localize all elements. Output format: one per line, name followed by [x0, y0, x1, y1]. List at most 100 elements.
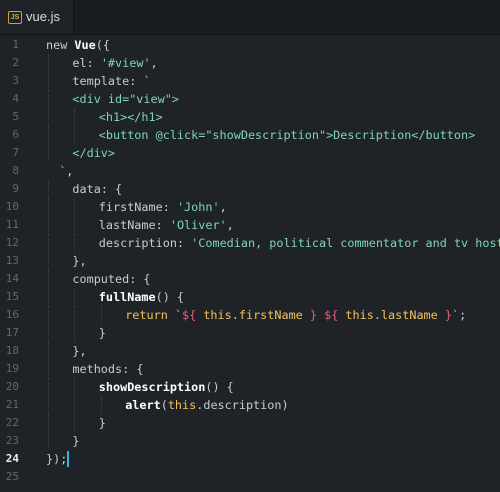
code-token: }	[437, 308, 452, 322]
indent-guide	[74, 288, 76, 306]
line-number-gutter: 1 2 3 4 5 6 7 8 9 10 11 12 13 14 15 16 17 18 19 20 21 22 23 24 2…	[0, 35, 36, 492]
code-line: showDescription() {	[99, 378, 234, 396]
code-token: 'John'	[176, 200, 220, 214]
code-line: description: 'Comedian, political commen…	[99, 234, 500, 252]
code-token: methods	[72, 362, 123, 376]
code-token: Vue	[74, 38, 96, 52]
code-token: (	[160, 398, 168, 412]
code-token: }	[98, 326, 106, 340]
indent-guide	[74, 414, 76, 432]
code-token: fullName	[98, 290, 156, 304]
code-token: lastName	[98, 218, 156, 232]
line-number: 8	[12, 164, 19, 177]
line-number: 16	[5, 308, 19, 321]
code-token: ,	[66, 164, 74, 178]
indent-guide	[74, 396, 76, 414]
code-token: <button @click="showDescription">Descrip…	[98, 128, 476, 142]
indent-guide	[48, 198, 49, 216]
indent-guide	[48, 252, 49, 270]
indent-guide	[48, 432, 49, 450]
code-token: });	[46, 452, 68, 466]
tab-vue-js[interactable]: JS vue.js	[0, 0, 74, 34]
indent-guide	[48, 90, 49, 108]
line-number: 24	[5, 452, 19, 465]
indent-guide	[74, 198, 76, 216]
indent-guide	[48, 180, 49, 198]
code-token: computed	[72, 272, 130, 286]
code-line: computed: {	[72, 270, 150, 288]
code-token: ({	[95, 38, 110, 52]
indent-guide	[48, 288, 49, 306]
code-editor[interactable]: 1 2 3 4 5 6 7 8 9 10 11 12 13 14 15 16 17 18 19 20 21 22 23 24 2…	[0, 35, 500, 492]
code-token: () {	[155, 290, 185, 304]
code-line: },	[72, 342, 86, 360]
indent-guide	[48, 270, 49, 288]
indent-guide	[48, 216, 49, 234]
code-token: alert	[125, 398, 161, 412]
js-file-icon: JS	[8, 11, 22, 24]
code-line: <h1></h1>	[99, 108, 163, 126]
code-token: this	[203, 308, 232, 322]
indent-guide	[48, 342, 49, 360]
code-token: 'Comedian, political commentator and tv …	[191, 236, 500, 250]
indent-guide	[48, 126, 49, 144]
text-cursor	[66, 451, 69, 467]
line-number: 19	[5, 362, 19, 375]
code-line: `,	[59, 162, 73, 180]
code-token: new	[46, 38, 75, 52]
line-number: 6	[12, 128, 19, 141]
code-token: ${	[182, 308, 204, 322]
code-token: firstName	[238, 308, 303, 322]
code-token: '#view'	[100, 56, 151, 70]
indent-guide	[100, 306, 102, 324]
code-token: :	[86, 56, 101, 70]
line-number: 7	[12, 146, 19, 159]
code-line: el: '#view',	[72, 54, 157, 72]
indent-guide	[74, 216, 76, 234]
line-number: 13	[5, 254, 19, 267]
tab-bar: JS vue.js	[0, 0, 500, 35]
code-line: fullName() {	[99, 288, 184, 306]
line-number: 23	[5, 434, 19, 447]
code-line: return `${ this.firstName } ${ this.last…	[125, 306, 466, 324]
code-token: }	[72, 434, 80, 448]
code-token: :	[129, 74, 144, 88]
code-token: },	[72, 344, 87, 358]
line-number: 17	[5, 326, 19, 339]
line-number: 15	[5, 290, 19, 303]
code-token: <div id="view">	[72, 92, 179, 106]
indent-guide	[74, 234, 76, 252]
indent-guide	[74, 324, 76, 342]
code-line: firstName: 'John',	[99, 198, 227, 216]
indent-guide	[48, 396, 49, 414]
code-token: ;	[459, 308, 467, 322]
indent-guide	[74, 306, 76, 324]
code-token: () {	[205, 380, 234, 394]
code-token: :	[176, 236, 192, 250]
line-number: 5	[12, 110, 19, 123]
tab-filename: vue.js	[26, 9, 60, 24]
indent-guide	[74, 378, 76, 396]
code-line: alert(this.description)	[125, 396, 288, 414]
indent-guide	[48, 324, 49, 342]
code-line: data: {	[72, 180, 122, 198]
indent-guide	[48, 54, 49, 72]
code-line: }	[99, 324, 106, 342]
indent-guide	[48, 306, 49, 324]
line-number: 21	[5, 398, 19, 411]
code-token: data	[72, 182, 101, 196]
code-line: },	[72, 252, 86, 270]
code-token: .	[373, 308, 381, 322]
code-line: <div id="view">	[72, 90, 179, 108]
code-token: showDescription	[98, 380, 206, 394]
line-number: 11	[5, 218, 19, 231]
code-token: :	[162, 200, 177, 214]
line-number: 14	[5, 272, 19, 285]
code-token: ,	[226, 218, 234, 232]
code-token: lastName	[380, 308, 438, 322]
indent-guide	[48, 144, 49, 162]
line-number: 25	[5, 470, 19, 483]
code-token: description	[98, 236, 177, 250]
line-number: 9	[12, 182, 19, 195]
code-line: </div>	[72, 144, 115, 162]
